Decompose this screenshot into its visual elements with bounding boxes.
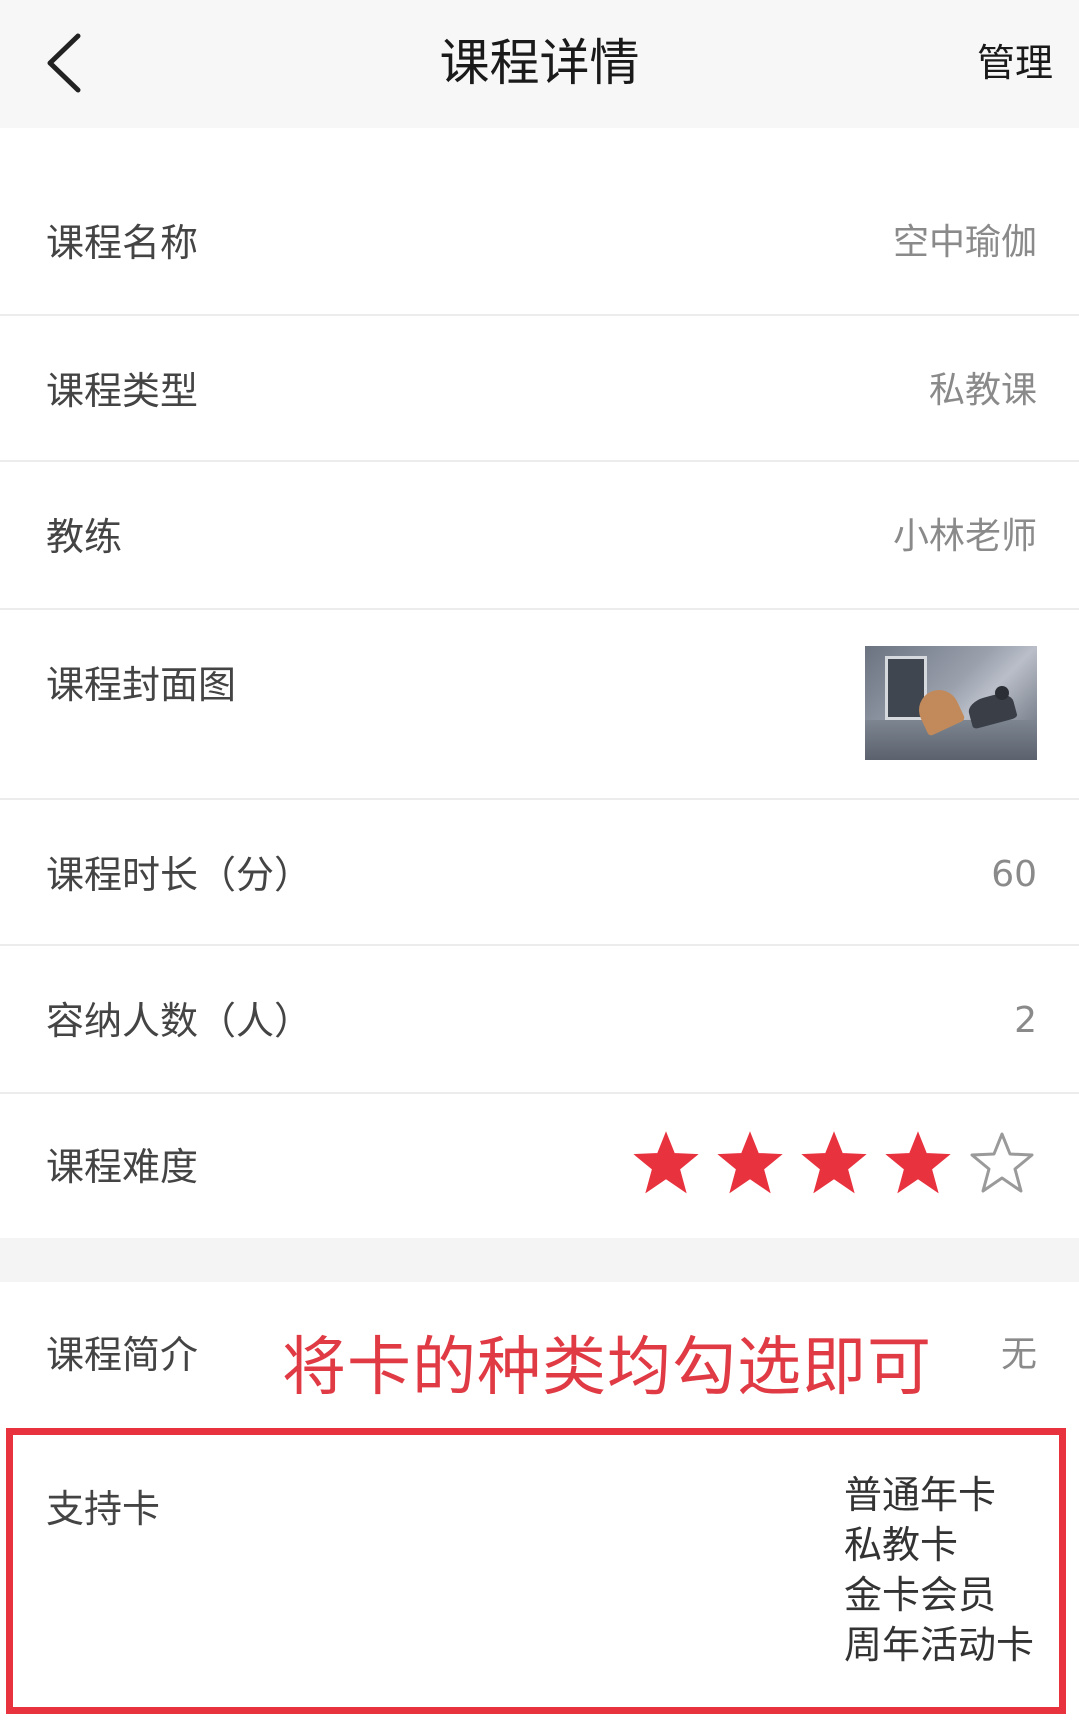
course-type-value: 私教课	[928, 370, 1037, 411]
course-type-label: 课程类型	[46, 369, 199, 413]
highlight-box	[6, 1428, 1066, 1714]
star-filled-icon[interactable]	[717, 1130, 783, 1196]
row-duration[interactable]: 课程时长（分） 60	[0, 800, 1079, 946]
duration-label: 课程时长（分）	[46, 853, 313, 897]
intro-value: 无	[1000, 1334, 1037, 1375]
course-name-value: 空中瑜伽	[892, 222, 1037, 263]
section-divider	[0, 1238, 1079, 1282]
course-name-label: 课程名称	[46, 221, 199, 265]
coach-value: 小林老师	[892, 516, 1037, 557]
navigation-bar: 课程详情 管理	[0, 0, 1079, 128]
row-course-name[interactable]: 课程名称 空中瑜伽	[0, 160, 1079, 316]
capacity-label: 容纳人数（人）	[46, 999, 313, 1043]
cover-image-label: 课程封面图	[46, 663, 237, 707]
cover-image-thumbnail[interactable]	[865, 646, 1037, 760]
capacity-value: 2	[1014, 1000, 1037, 1041]
star-filled-icon[interactable]	[633, 1130, 699, 1196]
difficulty-label: 课程难度	[46, 1145, 199, 1189]
page-title: 课程详情	[439, 34, 640, 92]
coach-label: 教练	[46, 515, 123, 559]
annotation-text: 将卡的种类均勾选即可	[282, 1331, 932, 1405]
row-capacity[interactable]: 容纳人数（人） 2	[0, 946, 1079, 1094]
star-filled-icon[interactable]	[885, 1130, 951, 1196]
difficulty-rating[interactable]	[633, 1130, 1035, 1196]
star-empty-icon[interactable]	[969, 1130, 1035, 1196]
manage-button[interactable]: 管理	[977, 36, 1053, 90]
star-filled-icon[interactable]	[801, 1130, 867, 1196]
cover-figure-head	[995, 686, 1009, 700]
duration-value: 60	[991, 854, 1037, 895]
row-cover-image[interactable]: 课程封面图	[0, 610, 1079, 800]
row-coach[interactable]: 教练 小林老师	[0, 462, 1079, 610]
row-difficulty[interactable]: 课程难度	[0, 1094, 1079, 1238]
intro-label: 课程简介	[46, 1333, 199, 1377]
row-course-type[interactable]: 课程类型 私教课	[0, 316, 1079, 462]
